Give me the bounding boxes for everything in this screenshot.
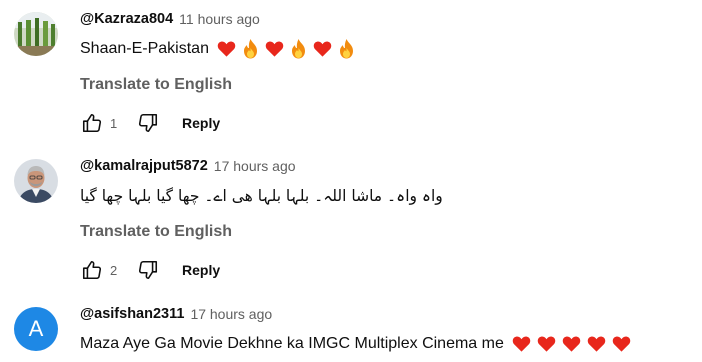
- comment-text: Shaan-E-Pakistan: [80, 35, 694, 63]
- comment-text-content: Shaan-E-Pakistan: [80, 40, 209, 57]
- author-name[interactable]: @kamalrajput5872: [80, 158, 208, 174]
- like-count: 2: [110, 262, 118, 278]
- heart-emoji-icon: [537, 336, 556, 352]
- avatar[interactable]: A: [14, 307, 58, 351]
- emoji-row: [512, 335, 631, 353]
- thumbs-up-icon: [82, 260, 102, 280]
- timestamp[interactable]: 17 hours ago: [190, 306, 272, 322]
- translate-button[interactable]: Translate to English: [80, 222, 694, 242]
- emoji-row: [217, 39, 355, 59]
- comment-text: واہ واہ۔ ماشا اللہ۔ بلہا بلہا ھی اے۔ چھا…: [80, 182, 694, 210]
- dislike-button[interactable]: [136, 258, 160, 282]
- like-button[interactable]: [80, 111, 104, 135]
- thumbs-up-icon: [82, 113, 102, 133]
- comment-header: @asifshan2311 17 hours ago: [80, 303, 694, 325]
- heart-emoji-icon: [265, 41, 284, 57]
- timestamp[interactable]: 17 hours ago: [214, 158, 296, 174]
- comment-text-content: واہ واہ۔ ماشا اللہ۔ بلہا بلہا ھی اے۔ چھا…: [80, 187, 443, 205]
- like-count: 1: [110, 115, 118, 131]
- reply-button[interactable]: Reply: [182, 115, 220, 131]
- heart-emoji-icon: [562, 336, 581, 352]
- thumbs-down-icon: [138, 260, 158, 280]
- comment-actions: 1 Reply: [80, 110, 694, 136]
- like-button[interactable]: [80, 258, 104, 282]
- timestamp[interactable]: 11 hours ago: [179, 11, 260, 27]
- comment-header: @kamalrajput5872 17 hours ago: [80, 155, 694, 177]
- fire-emoji-icon: [243, 39, 257, 59]
- fire-emoji-icon: [291, 39, 305, 59]
- author-name[interactable]: @Kazraza804: [80, 11, 173, 27]
- comment-text: Maza Aye Ga Movie Dekhne ka IMGC Multipl…: [80, 330, 694, 358]
- author-name[interactable]: @asifshan2311: [80, 306, 184, 322]
- avatar[interactable]: [14, 159, 58, 203]
- thumbs-down-icon: [138, 113, 158, 133]
- heart-emoji-icon: [612, 336, 631, 352]
- comment-header: @Kazraza804 11 hours ago: [80, 8, 694, 30]
- comment-text-content: Maza Aye Ga Movie Dekhne ka IMGC Multipl…: [80, 335, 504, 352]
- avatar[interactable]: [14, 12, 58, 56]
- translate-button[interactable]: Translate to English: [80, 75, 694, 95]
- reply-button[interactable]: Reply: [182, 262, 220, 278]
- comment-actions: 2 Reply: [80, 257, 694, 283]
- heart-emoji-icon: [587, 336, 606, 352]
- avatar-letter: A: [28, 316, 44, 341]
- fire-emoji-icon: [339, 39, 353, 59]
- heart-emoji-icon: [217, 41, 236, 57]
- heart-emoji-icon: [512, 336, 531, 352]
- dislike-button[interactable]: [136, 111, 160, 135]
- heart-emoji-icon: [313, 41, 332, 57]
